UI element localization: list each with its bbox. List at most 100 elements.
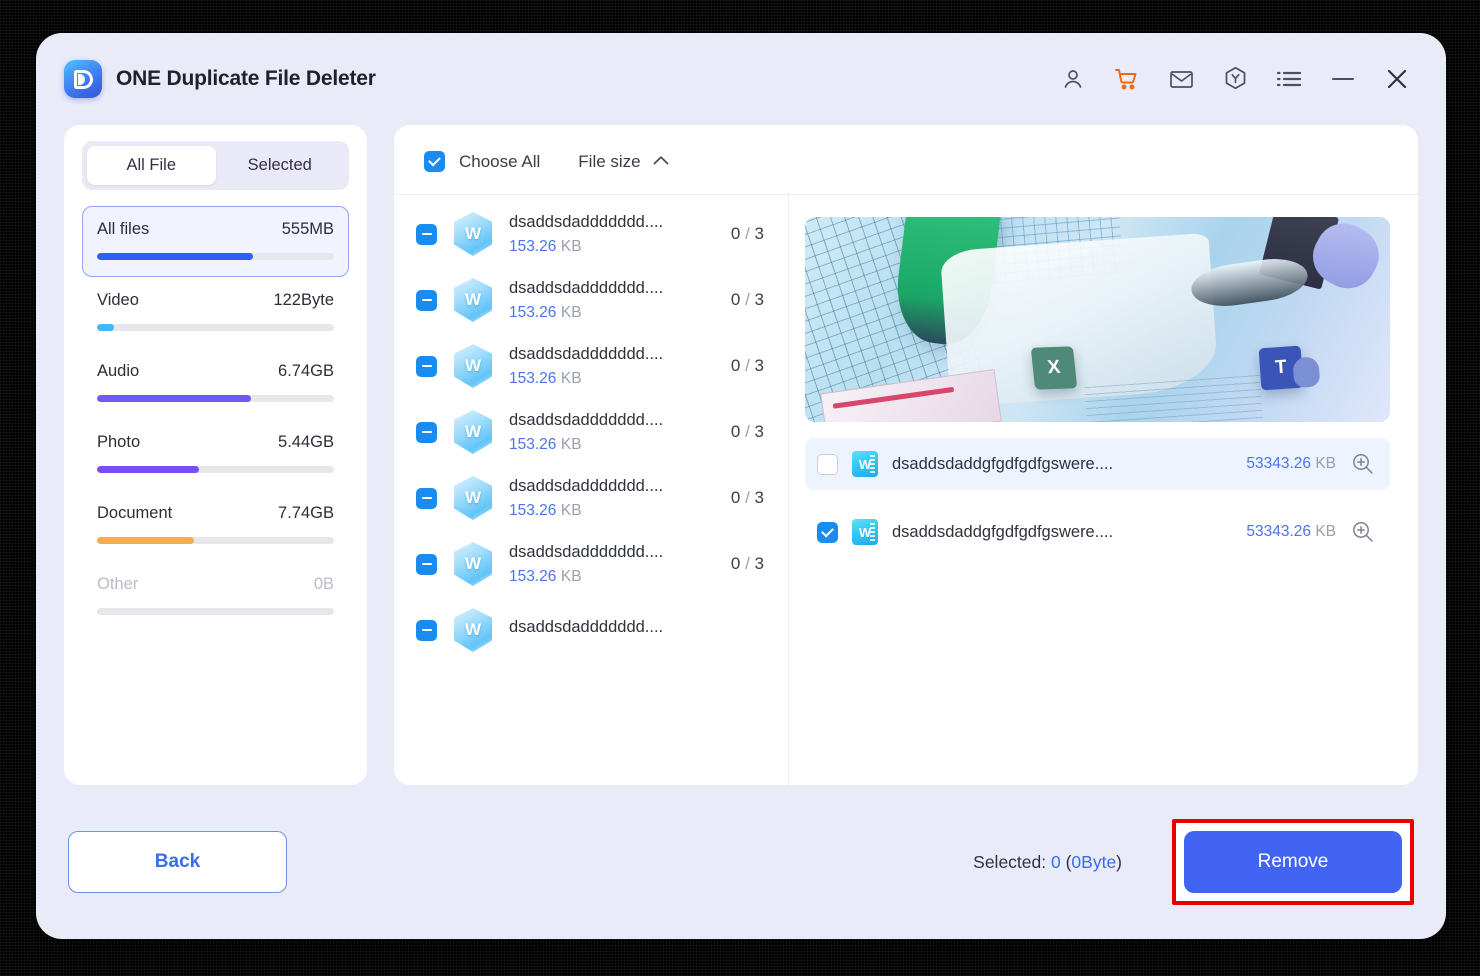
- file-name: dsaddsdaddddddd....: [509, 278, 664, 297]
- file-size: 153.26: [509, 303, 557, 321]
- footer-bar: Back Selected: 0 (0Byte) Remove: [36, 785, 1446, 939]
- file-size: 153.26: [509, 369, 557, 387]
- category-progress-bar: [97, 608, 334, 615]
- close-icon[interactable]: [1382, 64, 1412, 94]
- category-label: Other: [97, 575, 139, 593]
- choose-all-control[interactable]: Choose All: [424, 151, 540, 172]
- duplicate-file-size: 53343.26 KB: [1246, 455, 1336, 472]
- choose-all-label: Choose All: [459, 151, 541, 171]
- file-name: dsaddsdaddddddd....: [509, 344, 664, 363]
- duplicate-checkbox[interactable]: [817, 453, 838, 475]
- word-file-icon: W: [451, 474, 495, 522]
- word-file-icon: W: [451, 276, 495, 324]
- word-file-icon: W: [451, 408, 495, 456]
- choose-all-checkbox[interactable]: [424, 151, 445, 172]
- remove-button[interactable]: Remove: [1184, 831, 1402, 893]
- tab-all-file[interactable]: All File: [87, 146, 216, 185]
- category-size: 555MB: [281, 220, 334, 238]
- file-size: 153.26: [509, 435, 557, 453]
- category-size: 7.74GB: [278, 504, 334, 522]
- duplicate-file-name: dsaddsdaddgfgdfgdfgswere....: [892, 454, 1114, 473]
- duplicate-count: 0 / 3: [730, 224, 764, 243]
- category-label: Audio: [97, 362, 140, 380]
- category-video[interactable]: Video 122Byte: [82, 277, 349, 348]
- word-file-icon: W: [451, 606, 495, 654]
- account-icon[interactable]: [1058, 64, 1088, 94]
- table-row[interactable]: W dsaddsdaddddddd.... 153.26 KB 0 / 3: [394, 531, 788, 597]
- file-name: dsaddsdaddddddd....: [509, 542, 664, 561]
- tab-selected[interactable]: Selected: [216, 146, 345, 185]
- category-document[interactable]: Document 7.74GB: [82, 490, 349, 561]
- excel-tile-icon: X: [1030, 346, 1078, 390]
- zoom-in-icon[interactable]: [1350, 451, 1376, 477]
- file-size-unit: KB: [560, 369, 582, 387]
- category-other[interactable]: Other 0B: [82, 561, 349, 632]
- file-size-unit: KB: [560, 501, 582, 519]
- zoom-in-icon[interactable]: [1350, 519, 1376, 545]
- row-checkbox[interactable]: [416, 619, 437, 641]
- award-hexagon-icon[interactable]: [1220, 64, 1250, 94]
- table-row[interactable]: W dsaddsdaddddddd....: [394, 597, 788, 663]
- cart-icon[interactable]: [1112, 64, 1142, 94]
- table-row[interactable]: W dsaddsdaddddddd.... 153.26 KB 0 / 3: [394, 201, 788, 267]
- file-size-unit: KB: [560, 237, 582, 255]
- file-scope-tabs: All File Selected: [82, 141, 349, 190]
- category-audio[interactable]: Audio 6.74GB: [82, 348, 349, 419]
- menu-list-icon[interactable]: [1274, 64, 1304, 94]
- main-panel: Choose All File size W dsaddsdaddddddd..…: [394, 125, 1418, 785]
- list-toolbar: Choose All File size: [394, 125, 1418, 194]
- app-logo-icon: [64, 60, 102, 98]
- teams-tile-icon: T: [1258, 345, 1304, 391]
- category-label: Document: [97, 504, 173, 522]
- minimize-icon[interactable]: [1328, 64, 1358, 94]
- category-progress-bar: [97, 324, 334, 331]
- table-row[interactable]: W dsaddsdaddddddd.... 153.26 KB 0 / 3: [394, 399, 788, 465]
- list-item[interactable]: W dsaddsdaddgfgdfgdfgswere.... 53343.26 …: [805, 506, 1390, 558]
- category-progress-bar: [97, 395, 334, 402]
- category-label: Photo: [97, 433, 141, 451]
- row-checkbox[interactable]: [416, 289, 437, 311]
- file-size-unit: KB: [560, 303, 582, 321]
- row-checkbox[interactable]: [416, 421, 437, 443]
- file-size-unit: KB: [560, 567, 582, 585]
- category-all-files[interactable]: All files 555MB: [82, 206, 349, 277]
- sort-by-file-size[interactable]: File size: [578, 151, 669, 172]
- brand: ONE Duplicate File Deleter: [64, 60, 376, 98]
- list-and-detail: W dsaddsdaddddddd.... 153.26 KB 0 / 3 W …: [394, 194, 1418, 785]
- title-bar: ONE Duplicate File Deleter: [36, 33, 1446, 125]
- row-checkbox[interactable]: [416, 355, 437, 377]
- category-photo[interactable]: Photo 5.44GB: [82, 419, 349, 490]
- selection-summary: Selected: 0 (0Byte): [973, 851, 1122, 872]
- row-checkbox[interactable]: [416, 553, 437, 575]
- duplicate-checkbox[interactable]: [817, 521, 838, 543]
- table-row[interactable]: W dsaddsdaddddddd.... 153.26 KB 0 / 3: [394, 267, 788, 333]
- footer-right: Selected: 0 (0Byte) Remove: [973, 819, 1414, 905]
- mail-icon[interactable]: [1166, 64, 1196, 94]
- file-size: 153.26: [509, 501, 557, 519]
- back-button[interactable]: Back: [68, 831, 287, 893]
- duplicate-count: 0 / 3: [730, 554, 764, 573]
- app-title: ONE Duplicate File Deleter: [116, 67, 376, 90]
- remove-button-highlight: Remove: [1172, 819, 1414, 905]
- row-checkbox[interactable]: [416, 223, 437, 245]
- file-name: dsaddsdaddddddd....: [509, 476, 664, 495]
- duplicate-count: 0 / 3: [730, 356, 764, 375]
- duplicate-group-list[interactable]: W dsaddsdaddddddd.... 153.26 KB 0 / 3 W …: [394, 195, 789, 785]
- detail-pane: X T W dsaddsdaddgfgdfgdfgswere.... 53343…: [789, 195, 1418, 785]
- row-checkbox[interactable]: [416, 487, 437, 509]
- app-window: ONE Duplicate File Deleter All File Sele…: [36, 33, 1446, 939]
- file-name: dsaddsdaddddddd....: [509, 617, 664, 636]
- sidebar-panel: All File Selected All files 555MB Video …: [64, 125, 367, 785]
- file-size-unit: KB: [560, 435, 582, 453]
- file-size: 153.26: [509, 567, 557, 585]
- category-size: 6.74GB: [278, 362, 334, 380]
- duplicate-count: 0 / 3: [730, 488, 764, 507]
- list-item[interactable]: W dsaddsdaddgfgdfgdfgswere.... 53343.26 …: [805, 438, 1390, 490]
- word-file-icon: W: [852, 451, 878, 477]
- sort-label: File size: [578, 151, 641, 171]
- file-size: 153.26: [509, 237, 557, 255]
- word-file-icon: W: [451, 210, 495, 258]
- window-controls: [1058, 64, 1412, 94]
- table-row[interactable]: W dsaddsdaddddddd.... 153.26 KB 0 / 3: [394, 465, 788, 531]
- table-row[interactable]: W dsaddsdaddddddd.... 153.26 KB 0 / 3: [394, 333, 788, 399]
